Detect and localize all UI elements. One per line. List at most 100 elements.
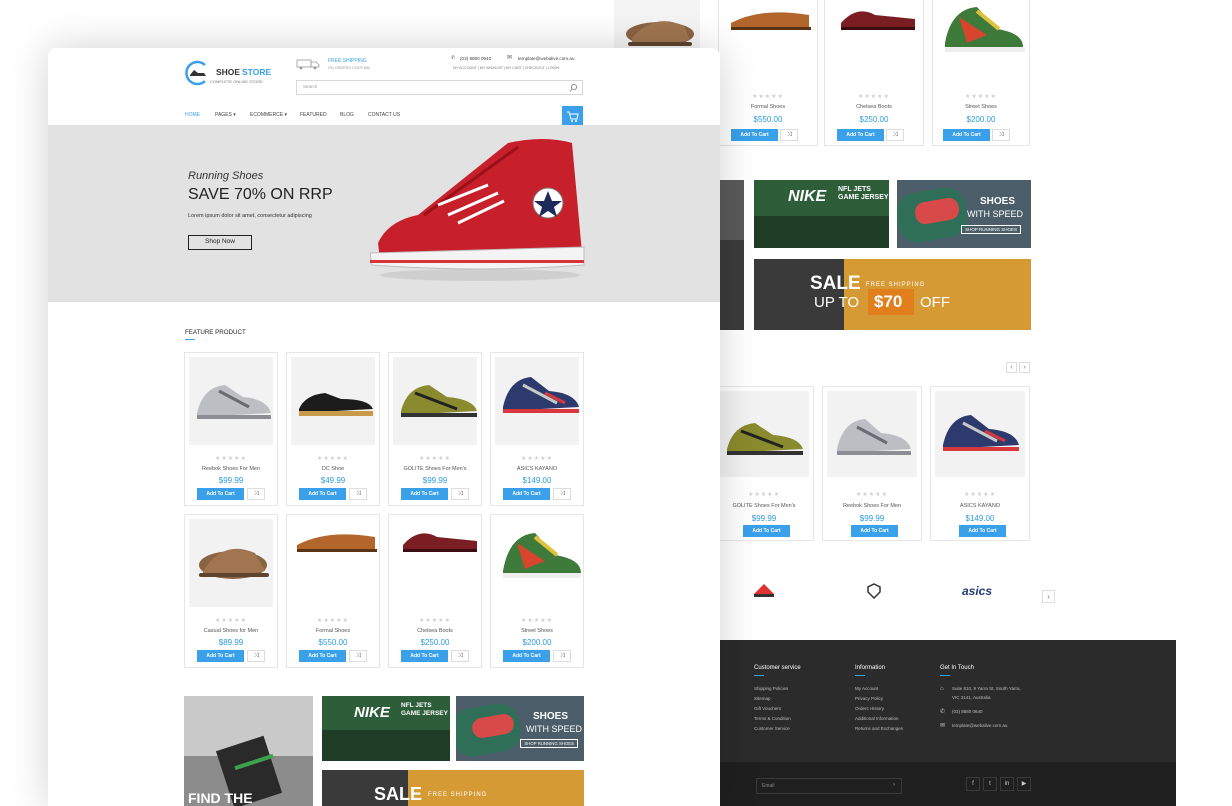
product-name[interactable]: Chelsea Boots (389, 628, 481, 634)
add-to-cart-button[interactable]: Add To Cart (197, 488, 244, 500)
shop-now-button[interactable]: Shop Now (188, 235, 252, 250)
compare-button[interactable]: ⤨ (451, 650, 469, 662)
footer-link[interactable]: Privacy Policy (855, 696, 883, 701)
product-image[interactable] (827, 391, 917, 477)
product-name[interactable]: Reebok Shoes For Men (185, 466, 277, 472)
next-arrow-icon[interactable]: › (1019, 362, 1030, 373)
add-to-cart-button[interactable]: Add To Cart (197, 650, 244, 662)
compare-button[interactable]: ⤨ (451, 488, 469, 500)
header-phone[interactable]: (03) 8880 0640 (460, 56, 491, 61)
shoes-speed-banner[interactable]: SHOES WITH SPEED SHOP RUNNING SHOES (456, 696, 584, 761)
nike-banner[interactable]: NIKE NFL JETS GAME JERSEY (322, 696, 450, 761)
nike-banner[interactable]: NIKE NFL JETS GAME JERSEY (754, 180, 889, 248)
product-name[interactable]: Chelsea Boots (825, 104, 923, 110)
product-image[interactable] (719, 391, 809, 477)
cart-button[interactable] (562, 106, 583, 125)
footer-phone[interactable]: (03) 8880 0640 (952, 709, 983, 714)
brand-next-arrow-icon[interactable]: › (1042, 590, 1055, 603)
add-to-cart-button[interactable]: Add To Cart (503, 650, 550, 662)
footer-link[interactable]: Orders History (855, 706, 884, 711)
compare-button[interactable]: ⤨ (349, 488, 367, 500)
add-to-cart-button[interactable]: Add To Cart (401, 488, 448, 500)
sale-banner[interactable]: SALE FREE SHIPPING (322, 770, 584, 806)
nav-contact[interactable]: CONTACT US (368, 112, 400, 118)
add-to-cart-button[interactable]: Add To Cart (299, 488, 346, 500)
brand-logo-1[interactable] (752, 582, 776, 600)
product-name[interactable]: DC Shoe (287, 466, 379, 472)
shoes-speed-banner[interactable]: SHOES WITH SPEED SHOP RUNNING SHOES (897, 180, 1031, 248)
search-input[interactable]: Search (296, 80, 583, 95)
footer-link[interactable]: Terms & Condition (754, 716, 791, 721)
add-to-cart-button[interactable]: Add To Cart (943, 129, 990, 141)
account-links[interactable]: MY ACCOUNT | MY WISHLIST | MY CART | CHE… (453, 66, 559, 70)
add-to-cart-button[interactable]: Add To Cart (731, 129, 778, 141)
search-icon[interactable] (569, 83, 578, 92)
shuffle-icon: ⤨ (253, 652, 259, 659)
product-name[interactable]: GOLITE Shoes For Men's (389, 466, 481, 472)
product-image[interactable] (495, 357, 579, 445)
shop-running-button[interactable]: SHOP RUNNING SHOES (520, 739, 578, 748)
product-name[interactable]: GOLITE Shoes For Men's (715, 503, 813, 509)
product-image[interactable] (935, 391, 1025, 477)
product-image[interactable] (291, 519, 377, 607)
product-name[interactable]: Street Shoes (933, 104, 1029, 110)
logo[interactable]: SHOE STORE COMPLETE ONLINE STORE (184, 60, 274, 86)
nav-featured[interactable]: FEATURED (300, 112, 327, 118)
footer-link[interactable]: My Account (855, 686, 878, 691)
compare-button[interactable]: ⤨ (349, 650, 367, 662)
shuffle-icon: ⤨ (559, 490, 565, 497)
sale-banner[interactable]: SALE FREE SHIPPING UP TO $70 OFF (754, 259, 1031, 330)
speed-banner-sub: WITH SPEED (966, 209, 1023, 219)
footer-link[interactable]: Customer Service (754, 726, 790, 731)
nav-blog[interactable]: BLOG (340, 112, 354, 118)
compare-button[interactable]: ⤨ (553, 650, 571, 662)
compare-button[interactable]: ⤨ (247, 488, 265, 500)
twitter-icon[interactable]: t (983, 777, 997, 791)
prev-arrow-icon[interactable]: ‹ (1006, 362, 1017, 373)
compare-button[interactable]: ⤨ (247, 650, 265, 662)
brand-logo-2[interactable] (866, 583, 882, 599)
product-image[interactable] (393, 519, 477, 607)
add-to-cart-button[interactable]: Add To Cart (743, 525, 790, 537)
linkedin-icon[interactable]: in (1000, 777, 1014, 791)
add-to-cart-button[interactable]: Add To Cart (401, 650, 448, 662)
compare-button[interactable]: ⤨ (553, 488, 571, 500)
nav-home[interactable]: HOME (185, 112, 200, 118)
arrow-right-icon[interactable]: › (893, 782, 895, 788)
nav-pages[interactable]: PAGES ▾ (215, 112, 236, 118)
product-image[interactable] (393, 357, 477, 445)
add-to-cart-button[interactable]: Add To Cart (851, 525, 898, 537)
product-name[interactable]: Casual Shoes for Men (185, 628, 277, 634)
youtube-icon[interactable]: ▶ (1017, 777, 1031, 791)
facebook-icon[interactable]: f (966, 777, 980, 791)
shop-running-button[interactable]: SHOP RUNNING SHOES (961, 225, 1021, 234)
footer-link[interactable]: Additional Information (855, 716, 899, 721)
product-name[interactable]: Street Shoes (491, 628, 583, 634)
product-image[interactable] (495, 519, 583, 607)
compare-button[interactable]: ⤨ (992, 129, 1010, 141)
add-to-cart-button[interactable]: Add To Cart (299, 650, 346, 662)
product-name[interactable]: ASICS KAYANO (491, 466, 583, 472)
footer-email[interactable]: template@webalive.com.au (952, 723, 1007, 728)
product-image[interactable] (189, 519, 273, 607)
add-to-cart-button[interactable]: Add To Cart (837, 129, 884, 141)
asics-logo[interactable]: asics (962, 584, 992, 598)
find-the-banner[interactable]: FIND THE (184, 696, 313, 806)
footer-link[interactable]: Gift Vouchers (754, 706, 781, 711)
product-image[interactable] (189, 357, 273, 445)
footer-link[interactable]: Shipping Policies (754, 686, 788, 691)
product-name[interactable]: Formal Shoes (719, 104, 817, 110)
nav-ecommerce[interactable]: ECOMMERCE ▾ (250, 112, 287, 118)
compare-button[interactable]: ⤨ (780, 129, 798, 141)
add-to-cart-button[interactable]: Add To Cart (503, 488, 550, 500)
product-name[interactable]: Formal Shoes (287, 628, 379, 634)
product-image[interactable] (291, 357, 375, 445)
footer-link[interactable]: Returns and Exchanges (855, 726, 903, 731)
product-name[interactable]: Reebok Shoes For Men (823, 503, 921, 509)
footer-link[interactable]: Sitemap (754, 696, 771, 701)
compare-button[interactable]: ⤨ (886, 129, 904, 141)
header-email[interactable]: template@webalive.com.au (518, 56, 575, 61)
newsletter-email-input[interactable]: Email › (756, 778, 902, 794)
product-name[interactable]: ASICS KAYANO (931, 503, 1029, 509)
add-to-cart-button[interactable]: Add To Cart (959, 525, 1006, 537)
